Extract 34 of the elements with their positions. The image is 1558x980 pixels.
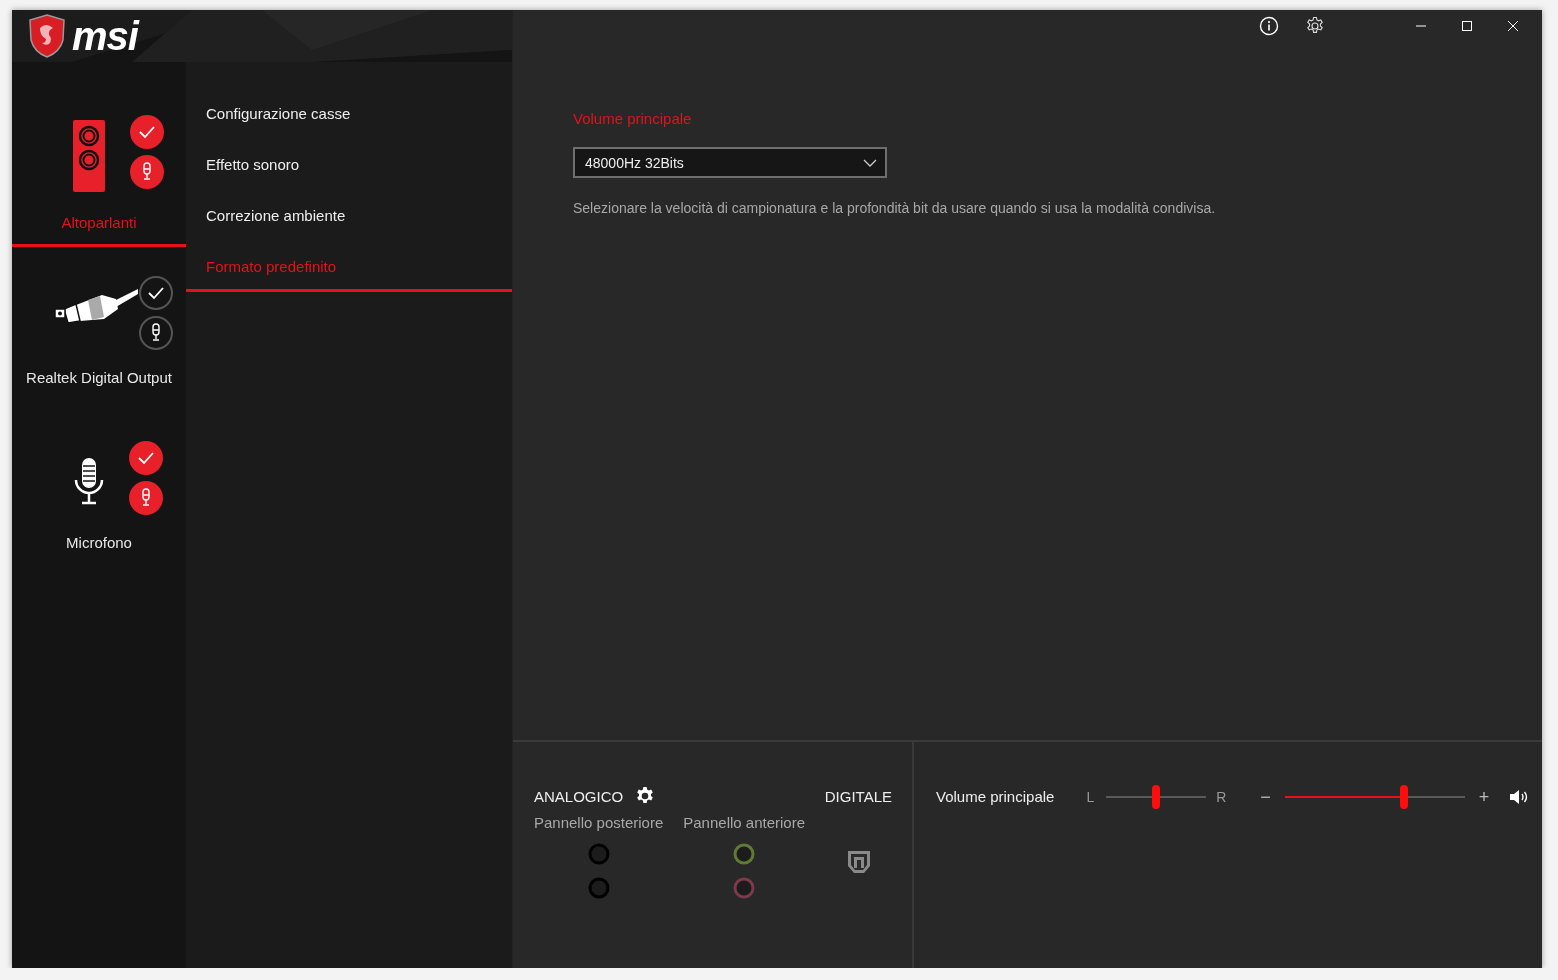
logo-text: msi xyxy=(72,16,138,56)
description-text: Selezionare la velocità di campionatura e la profondità bit da usare quando si usa la modalità condivisa. xyxy=(573,200,1217,216)
volume-up-button[interactable]: + xyxy=(1474,786,1494,808)
device-tab[interactable]: Altoparlanti xyxy=(12,72,186,247)
volume-label: Volume principale xyxy=(936,787,1055,807)
microphone-icon[interactable] xyxy=(138,315,174,351)
microphone-icon xyxy=(74,458,104,506)
speaker-icon xyxy=(73,120,105,192)
menu-item[interactable]: Correzione ambiente xyxy=(186,190,512,241)
chevron-down-icon xyxy=(863,158,877,167)
shield-logo-icon xyxy=(28,14,66,58)
menu-item[interactable]: Effetto sonoro xyxy=(186,139,512,190)
speaker-volume-icon[interactable] xyxy=(1509,789,1530,805)
analog-label: ANALOGICO xyxy=(534,787,624,805)
optical-port-icon xyxy=(846,850,871,874)
microphone-icon[interactable] xyxy=(128,480,164,516)
check-icon[interactable] xyxy=(128,440,164,476)
panel-label: Pannello anteriore xyxy=(683,814,806,831)
right-channel-label: R xyxy=(1216,789,1227,805)
format-dropdown[interactable]: 48000Hz 32Bits xyxy=(573,147,887,178)
settings-icon[interactable] xyxy=(635,786,656,806)
left-channel-label: L xyxy=(1086,789,1095,805)
volume-down-button[interactable]: − xyxy=(1256,786,1275,808)
panel-label: Pannello posteriore xyxy=(534,814,664,831)
device-tab[interactable]: Realtek Digital Output xyxy=(12,247,186,412)
check-icon[interactable] xyxy=(129,114,165,150)
menu-item[interactable]: Configurazione casse xyxy=(186,88,512,139)
check-icon[interactable] xyxy=(138,275,174,311)
slider-thumb[interactable] xyxy=(1152,785,1161,809)
device-tab[interactable]: Microfono xyxy=(12,412,186,577)
slider-thumb[interactable] xyxy=(1399,785,1408,809)
digital-label: DIGITALE xyxy=(824,787,892,805)
microphone-icon[interactable] xyxy=(129,154,165,190)
section-title: Volume principale xyxy=(573,110,693,127)
